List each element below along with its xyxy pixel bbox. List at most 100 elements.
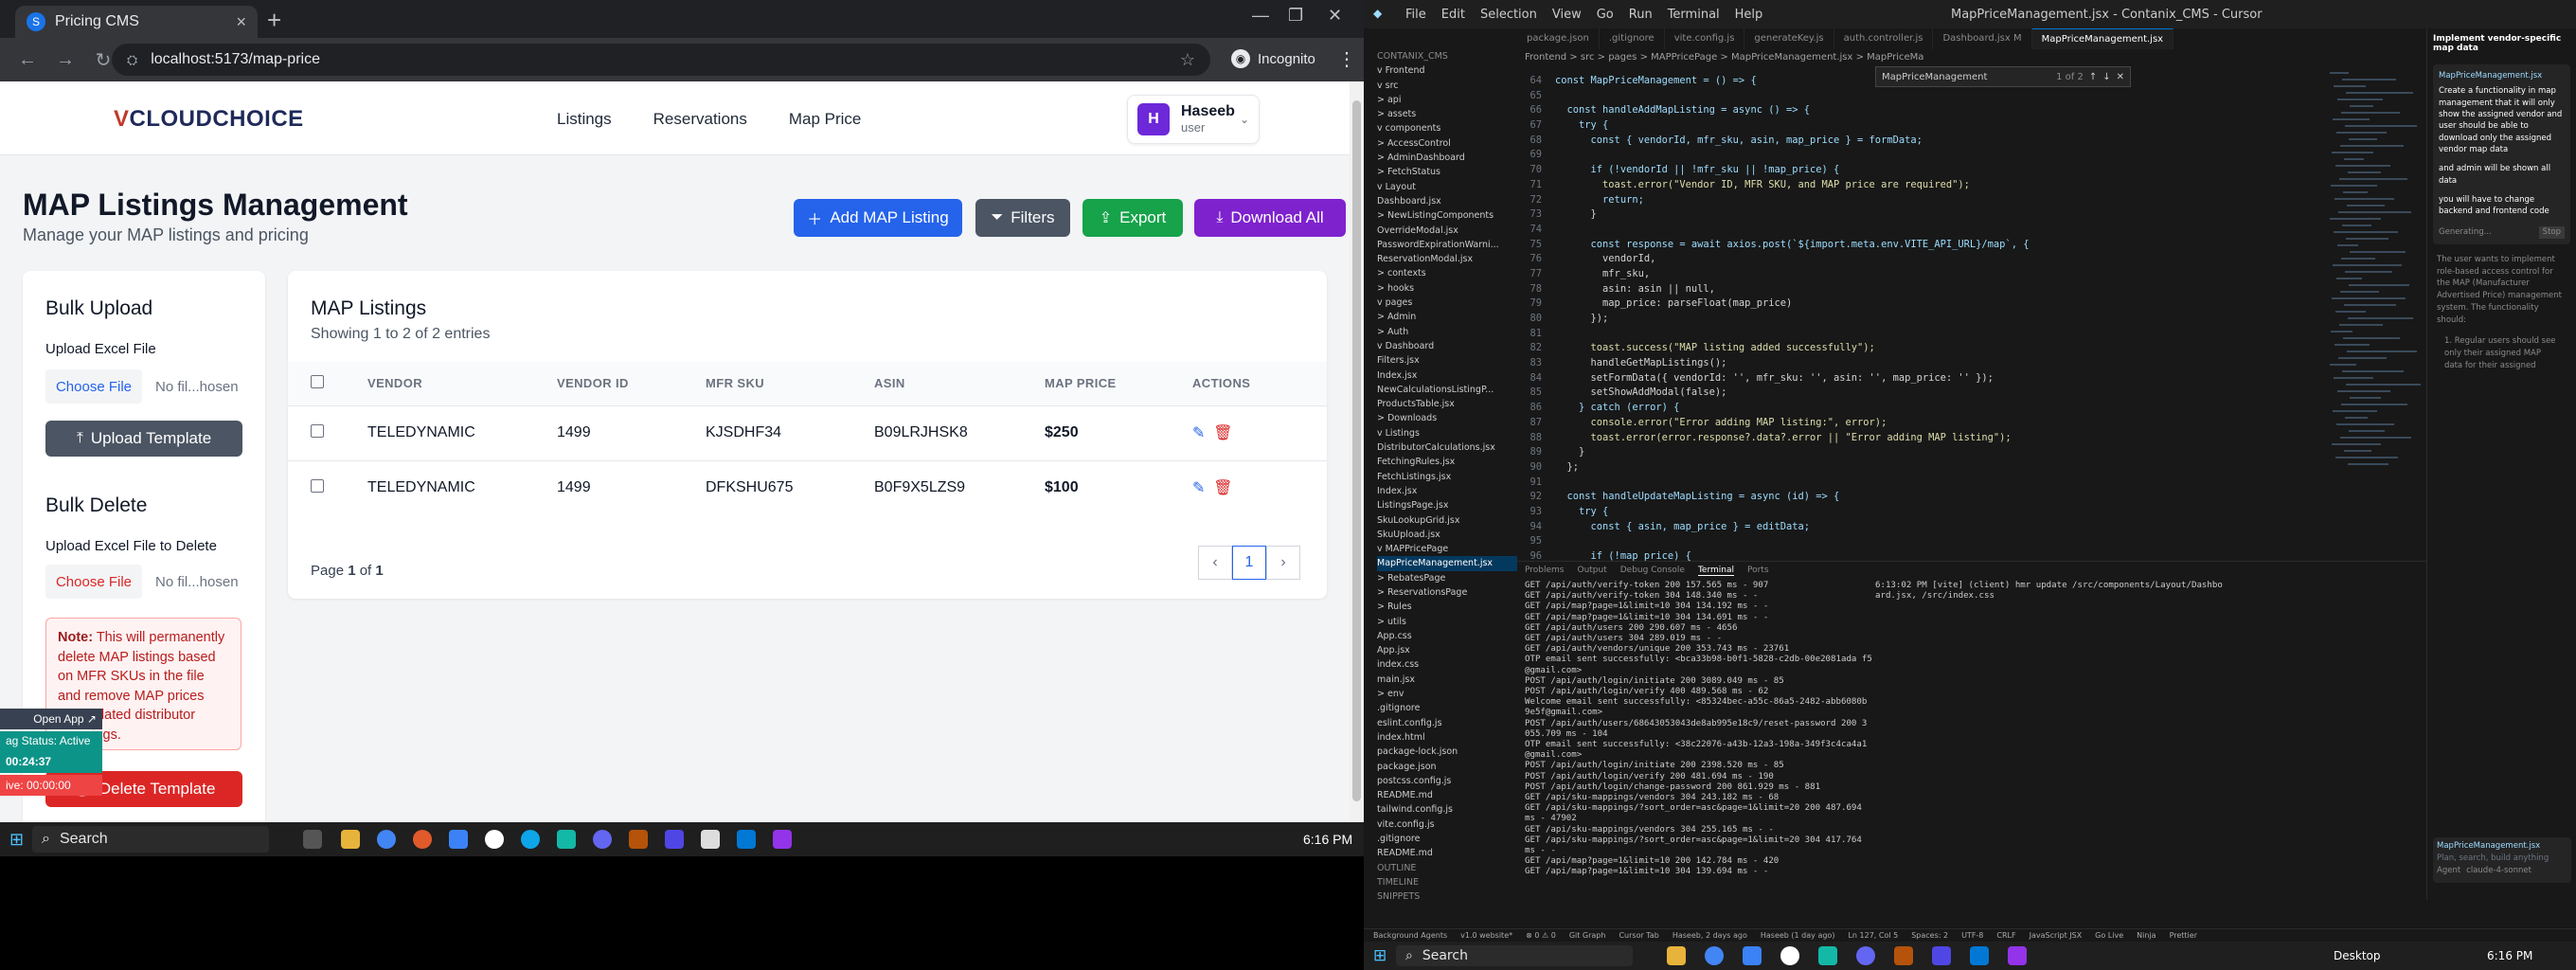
logo[interactable]: VCLOUDCHOICE: [114, 106, 304, 133]
code-line[interactable]: 81: [1517, 327, 2324, 342]
panel-tab-problems[interactable]: Problems: [1525, 566, 1564, 575]
file-tree-item[interactable]: README.md: [1377, 846, 1517, 860]
file-tree-item[interactable]: FetchingRules.jsx: [1377, 455, 1517, 469]
code-line[interactable]: 68 const { vendorId, mfr_sku, asin, map_…: [1517, 134, 2324, 149]
choose-delete-file-button[interactable]: Choose File: [45, 565, 142, 599]
editor-tab[interactable]: .gitignore: [1600, 28, 1665, 49]
app-icon-2[interactable]: [449, 830, 468, 849]
reload-icon[interactable]: ↻: [93, 48, 114, 72]
file-tree-item[interactable]: > Rules: [1377, 600, 1517, 614]
file-tree-item[interactable]: > AccessControl: [1377, 136, 1517, 151]
file-tree-item[interactable]: > ReservationsPage: [1377, 585, 1517, 600]
code-line[interactable]: 96 if (!map_price) {: [1517, 549, 2324, 561]
minimize-icon[interactable]: —: [1252, 6, 1269, 26]
taskbar-search[interactable]: ⌕ Search: [32, 826, 269, 853]
minimap[interactable]: [2324, 66, 2426, 561]
scroll-thumb[interactable]: [1352, 100, 1361, 801]
code-line[interactable]: 65: [1517, 89, 2324, 104]
app-icon-6[interactable]: [1932, 946, 1951, 965]
status-item[interactable]: Ln 127, Col 5: [1848, 931, 1898, 940]
file-tree-item[interactable]: > NewListingComponents: [1377, 208, 1517, 223]
upload-template-button[interactable]: ⤒ Upload Template: [45, 421, 242, 457]
select-all-checkbox[interactable]: [311, 375, 324, 389]
arrow-down-icon[interactable]: ↓: [2102, 72, 2110, 82]
file-tree-item[interactable]: > contexts: [1377, 266, 1517, 280]
forward-icon[interactable]: →: [55, 49, 76, 71]
status-item[interactable]: ⊗ 0 ⚠ 0: [1526, 931, 1556, 940]
app-icon-7[interactable]: [629, 830, 648, 849]
prev-page-button[interactable]: ‹: [1198, 546, 1232, 580]
file-tree-item[interactable]: v src: [1377, 79, 1517, 93]
delete-icon[interactable]: 🗑: [1213, 425, 1232, 441]
code-line[interactable]: 75 const response = await axios.post(`${…: [1517, 238, 2324, 253]
app-icon-5[interactable]: [1894, 946, 1913, 965]
file-tree-item[interactable]: Filters.jsx: [1377, 353, 1517, 368]
menu-file[interactable]: File: [1405, 8, 1426, 22]
editor-tab[interactable]: vite.config.js: [1665, 28, 1745, 49]
file-tree-item[interactable]: SkuLookupGrid.jsx: [1377, 513, 1517, 528]
choose-file-button[interactable]: Choose File: [45, 369, 142, 404]
chrome-icon[interactable]: [1705, 946, 1724, 965]
file-tree-item[interactable]: eslint.config.js: [1377, 716, 1517, 730]
col-asin[interactable]: ASIN: [874, 362, 1045, 405]
status-item[interactable]: Prettier: [2170, 931, 2197, 940]
app-icon-8[interactable]: [665, 830, 684, 849]
task-view-icon[interactable]: [303, 830, 322, 849]
col-vendor[interactable]: VENDOR: [367, 362, 557, 405]
file-tree-item[interactable]: Dashboard.jsx: [1377, 194, 1517, 208]
code-line[interactable]: 73 }: [1517, 207, 2324, 223]
export-button[interactable]: ⇪ Export: [1082, 199, 1183, 237]
arrow-up-icon[interactable]: ↑: [2089, 72, 2097, 82]
status-item[interactable]: Go Live: [2095, 931, 2123, 940]
incognito-indicator[interactable]: ◉ Incognito: [1231, 49, 1315, 68]
file-tree-item[interactable]: > FetchStatus: [1377, 165, 1517, 179]
file-tree-item[interactable]: App.jsx: [1377, 643, 1517, 657]
new-tab-icon[interactable]: +: [267, 6, 281, 35]
browser-menu-icon[interactable]: ⋮: [1337, 47, 1356, 71]
filters-button[interactable]: ⏷ Filters: [975, 199, 1070, 237]
file-tree-item[interactable]: index.css: [1377, 657, 1517, 672]
file-tree-item[interactable]: PasswordExpirationWarni...: [1377, 238, 1517, 252]
delete-icon[interactable]: 🗑: [1213, 480, 1232, 496]
taskbar-clock[interactable]: 6:16 PM: [2487, 949, 2532, 962]
editor-tab-active[interactable]: MapPriceManagement.jsx: [2031, 28, 2174, 49]
status-item[interactable]: UTF-8: [1961, 931, 1983, 940]
page-1-button[interactable]: 1: [1232, 546, 1266, 580]
file-tree-item[interactable]: OverrideModal.jsx: [1377, 224, 1517, 238]
col-map-price[interactable]: MAP PRICE: [1045, 362, 1192, 405]
status-item[interactable]: Haseeb, 2 days ago: [1673, 931, 1747, 940]
code-line[interactable]: 78 asin: asin || null,: [1517, 282, 2324, 297]
edit-icon[interactable]: ✎: [1192, 480, 1205, 496]
code-line[interactable]: 95: [1517, 534, 2324, 549]
file-tree-item[interactable]: > utils: [1377, 615, 1517, 629]
next-page-button[interactable]: ›: [1266, 546, 1300, 580]
user-menu[interactable]: H Haseeb user ⌄: [1127, 95, 1260, 144]
file-explorer-icon[interactable]: [341, 830, 360, 849]
agent-mode-select[interactable]: Agent: [2437, 866, 2460, 875]
page-scrollbar[interactable]: [1350, 81, 1364, 822]
back-icon[interactable]: ←: [17, 49, 38, 71]
file-tree-item[interactable]: > api: [1377, 93, 1517, 107]
bookmark-star-icon[interactable]: ☆: [1180, 50, 1195, 70]
chat-input[interactable]: MapPriceManagement.jsx Plan, search, bui…: [2433, 837, 2571, 883]
app-icon-1[interactable]: [413, 830, 432, 849]
file-tree-item[interactable]: ProductsTable.jsx: [1377, 397, 1517, 411]
file-tree-item[interactable]: package-lock.json: [1377, 745, 1517, 759]
file-explorer-icon[interactable]: [1667, 946, 1686, 965]
site-info-icon[interactable]: ⛭: [127, 52, 137, 68]
file-tree-item[interactable]: SkuUpload.jsx: [1377, 528, 1517, 542]
status-item[interactable]: Git Graph: [1569, 931, 1606, 940]
file-tree-item[interactable]: .gitignore: [1377, 701, 1517, 715]
vscode-icon[interactable]: [737, 830, 756, 849]
nav-map-price[interactable]: Map Price: [789, 110, 862, 129]
editor-tab[interactable]: package.json: [1517, 28, 1600, 49]
file-tree-item[interactable]: NewCalculationsListingP...: [1377, 383, 1517, 397]
outline-section[interactable]: TIMELINE: [1377, 875, 1517, 889]
file-tree-item[interactable]: postcss.config.js: [1377, 774, 1517, 788]
code-line[interactable]: 86 } catch (error) {: [1517, 401, 2324, 416]
code-line[interactable]: 66 const handleAddMapListing = async () …: [1517, 103, 2324, 118]
app-icon-1[interactable]: [1743, 946, 1762, 965]
file-tree-item[interactable]: v pages: [1377, 296, 1517, 310]
app-icon-3[interactable]: [485, 830, 504, 849]
code-editor[interactable]: 64 const MapPriceManagement = () => {65 66…: [1517, 66, 2324, 561]
